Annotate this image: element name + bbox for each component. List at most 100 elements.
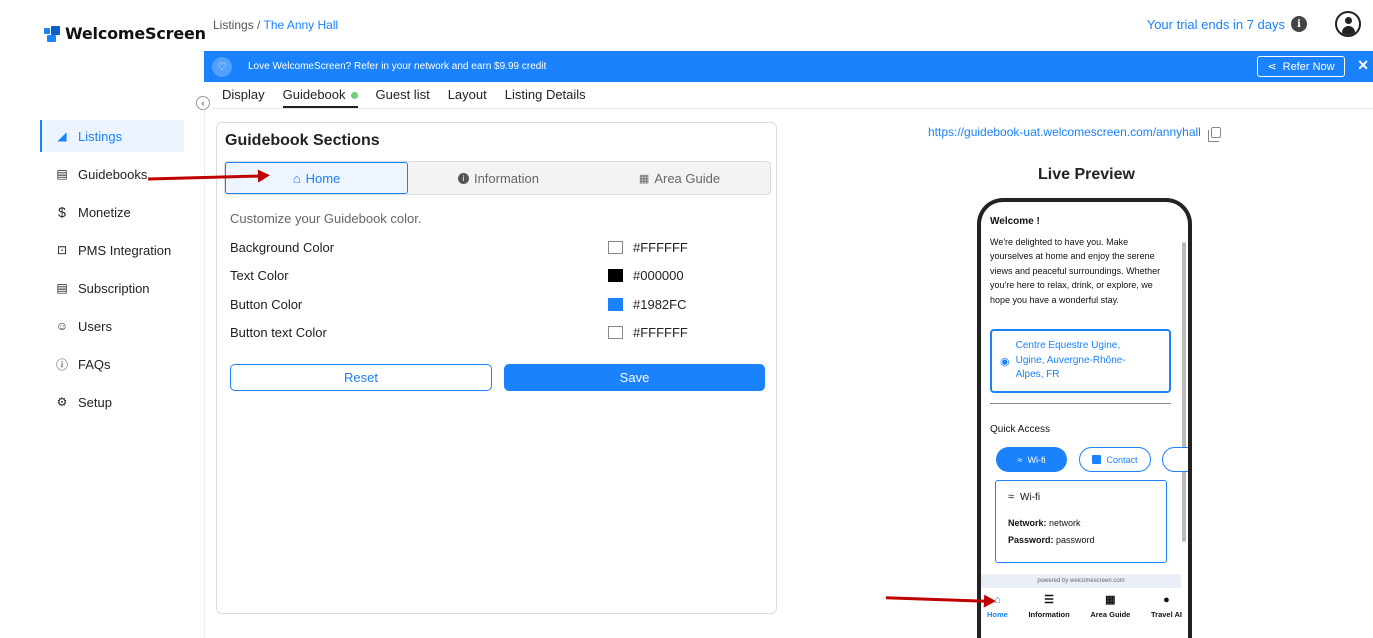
network-label: Network: [1008,518,1047,528]
password-label: Password: [1008,535,1054,545]
dollar-icon: $ [58,204,66,220]
save-button[interactable]: Save [504,364,765,391]
tab-label: Guest list [375,87,430,102]
user-avatar-icon[interactable] [1335,11,1361,37]
preview-scrollbar[interactable] [1182,242,1186,542]
sidebar-item-label: PMS Integration [78,242,172,258]
tab-guidebook[interactable]: Guidebook [282,87,358,108]
nav-label: Travel AI [1150,610,1182,619]
info-icon: i [457,172,469,184]
color-row-background: Background Color #FFFFFF [230,240,764,255]
tab-label: Guidebook [282,87,346,102]
subscription-icon: ▤ [56,281,68,295]
preview-nav-area-guide[interactable]: ▦ Area Guide [1090,594,1130,619]
tab-layout[interactable]: Layout [448,87,487,108]
preview-nav-information[interactable]: ☰ Information [1028,594,1069,619]
tab-label: Layout [447,87,487,102]
color-value: #FFFFFF [633,325,688,340]
collapse-sidebar-icon[interactable]: ‹ [196,96,210,110]
preview-location-text: Centre Equestre Ugine, Ugine, Auvergne-R… [1015,340,1126,381]
section-area-guide[interactable]: ▦ Area Guide [589,162,770,194]
tab-display[interactable]: Display [222,87,265,108]
circle-icon: ● [1163,594,1170,606]
map-icon: ▦ [1105,594,1116,606]
section-information[interactable]: i Information [408,162,589,194]
sidebar-item-label: FAQs [78,356,111,372]
sidebar-item-label: Setup [78,394,112,410]
guidebook-url[interactable]: https://guidebook-uat.welcomescreen.com/… [928,125,1221,142]
section-label: Information [473,170,540,186]
status-dot-icon [350,92,358,100]
chip-label: Contact [1106,454,1138,465]
preview-wifi-card: ≈ Wi-fi Network: network Password: passwo… [995,480,1167,563]
refer-now-label: Refer Now [1282,60,1335,73]
preview-nav-travel-ai[interactable]: ● Travel AI [1151,594,1182,619]
sidebar-item-listings[interactable]: ◢ Listings [40,120,184,152]
banner-text: Love WelcomeScreen? Refer in your networ… [248,61,547,72]
color-swatch[interactable] [608,326,623,339]
breadcrumb-separator: / [253,18,264,32]
preview-welcome-title: Welcome ! [990,216,1040,227]
preview-location-card[interactable]: ◉ Centre Equestre Ugine, Ugine, Auvergne… [990,329,1171,393]
color-label: Background Color [230,240,335,255]
color-swatch[interactable] [608,241,623,254]
info-icon[interactable]: i [1291,16,1307,32]
color-swatch[interactable] [608,269,623,282]
color-picker[interactable]: #FFFFFF [608,325,688,340]
referral-banner: ♡ Love WelcomeScreen? Refer in your netw… [204,51,1373,82]
copy-icon[interactable] [1207,126,1221,142]
wifi-icon: ≈ [1008,491,1015,503]
section-home[interactable]: ⌂ Home [225,162,408,194]
sidebar-item-faqs[interactable]: ⓘ FAQs [40,348,184,380]
customize-hint: Customize your Guidebook color. [230,211,422,226]
chip-label: Wi-fi [1027,454,1046,465]
close-icon[interactable]: ✕ [1357,57,1369,74]
location-pin-icon: ◉ [1000,355,1010,368]
preview-welcome-text: We're delighted to have you. Make yourse… [990,237,1161,305]
refer-now-button[interactable]: ⋖ Refer Now [1257,56,1345,77]
color-swatch[interactable] [608,298,623,311]
sidebar-item-label: Users [78,318,112,334]
sidebar-item-guidebooks[interactable]: ▤ Guidebooks [40,158,184,190]
guidebook-sections-panel: Guidebook Sections ⌂ Home i Information … [216,122,777,614]
sidebar-item-users[interactable]: ☺ Users [40,310,184,342]
color-row-button: Button Color #1982FC [230,297,764,312]
color-picker[interactable]: #1982FC [608,297,686,312]
section-label: Home [305,170,341,186]
network-value: network [1049,518,1081,528]
share-icon: ⋖ [1267,61,1277,73]
logo-text: WelcomeScreen [65,24,206,43]
logo-mark-icon [44,25,61,42]
tab-label: Listing Details [504,87,586,102]
color-picker[interactable]: #FFFFFF [608,240,688,255]
map-icon: ▦ [638,172,650,185]
guidebook-url-text[interactable]: https://guidebook-uat.welcomescreen.com/… [928,125,1201,139]
trial-notice[interactable]: Your trial ends in 7 days i [1147,16,1307,32]
tab-listing-details[interactable]: Listing Details [505,87,586,108]
breadcrumb-root[interactable]: Listings [213,18,254,32]
color-value: #1982FC [633,297,687,312]
breadcrumb: Listings / The Anny Hall [213,18,338,32]
annotation-arrow-icon [885,596,987,603]
wifi-icon: ≈ [1017,454,1023,465]
panel-title: Guidebook Sections [225,132,380,149]
sidebar-item-label: Guidebooks [78,166,148,182]
reset-button[interactable]: Reset [230,364,492,391]
color-label: Button Color [230,297,303,312]
sidebar-item-setup[interactable]: ⚙ Setup [40,386,184,418]
preview-chip-more[interactable] [1162,447,1188,472]
sidebar-item-monetize[interactable]: $ Monetize [40,196,184,228]
sidebar-item-pms-integration[interactable]: ⊡ PMS Integration [40,234,184,266]
preview-bottom-nav: ⌂ Home ☰ Information ▦ Area Guide ● Trav… [981,594,1188,619]
preview-chip-wifi[interactable]: ≈ Wi-fi [996,447,1067,472]
breadcrumb-current[interactable]: The Anny Hall [263,18,338,32]
color-picker[interactable]: #000000 [608,268,684,283]
home-icon: ⌂ [292,170,301,186]
sidebar-item-subscription[interactable]: ▤ Subscription [40,272,184,304]
tab-guest-list[interactable]: Guest list [376,87,430,108]
color-label: Text Color [230,268,289,283]
list-icon: ☰ [1044,594,1055,606]
nav-label: Information [1028,610,1070,619]
app-logo[interactable]: WelcomeScreen [44,24,206,43]
preview-chip-contact[interactable]: Contact [1079,447,1151,472]
